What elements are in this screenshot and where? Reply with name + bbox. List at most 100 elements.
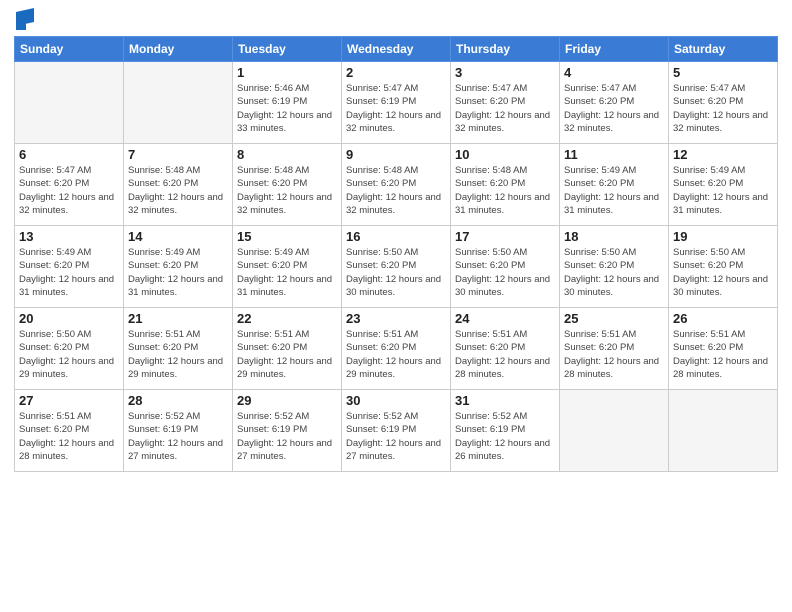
day-info: Sunrise: 5:46 AMSunset: 6:19 PMDaylight:… bbox=[237, 82, 337, 135]
calendar-week-row: 27 Sunrise: 5:51 AMSunset: 6:20 PMDayligh… bbox=[15, 390, 778, 472]
day-info: Sunrise: 5:49 AMSunset: 6:20 PMDaylight:… bbox=[237, 246, 337, 299]
day-info: Sunrise: 5:48 AMSunset: 6:20 PMDaylight:… bbox=[346, 164, 446, 217]
day-number: 9 bbox=[346, 147, 446, 162]
day-number: 6 bbox=[19, 147, 119, 162]
calendar-day-cell: 4 Sunrise: 5:47 AMSunset: 6:20 PMDaylight… bbox=[560, 62, 669, 144]
calendar-day-cell: 2 Sunrise: 5:47 AMSunset: 6:19 PMDaylight… bbox=[342, 62, 451, 144]
calendar-day-cell: 16 Sunrise: 5:50 AMSunset: 6:20 PMDayligh… bbox=[342, 226, 451, 308]
day-info: Sunrise: 5:52 AMSunset: 6:19 PMDaylight:… bbox=[346, 410, 446, 463]
day-number: 7 bbox=[128, 147, 228, 162]
calendar-day-cell: 15 Sunrise: 5:49 AMSunset: 6:20 PMDayligh… bbox=[233, 226, 342, 308]
calendar-day-cell: 31 Sunrise: 5:52 AMSunset: 6:19 PMDayligh… bbox=[451, 390, 560, 472]
day-number: 16 bbox=[346, 229, 446, 244]
calendar-day-cell: 25 Sunrise: 5:51 AMSunset: 6:20 PMDayligh… bbox=[560, 308, 669, 390]
header bbox=[14, 10, 778, 30]
calendar-day-cell: 21 Sunrise: 5:51 AMSunset: 6:20 PMDayligh… bbox=[124, 308, 233, 390]
day-number: 24 bbox=[455, 311, 555, 326]
calendar-day-cell: 7 Sunrise: 5:48 AMSunset: 6:20 PMDaylight… bbox=[124, 144, 233, 226]
day-number: 12 bbox=[673, 147, 773, 162]
logo bbox=[14, 10, 34, 30]
day-info: Sunrise: 5:49 AMSunset: 6:20 PMDaylight:… bbox=[128, 246, 228, 299]
logo-icon bbox=[16, 8, 34, 30]
day-info: Sunrise: 5:50 AMSunset: 6:20 PMDaylight:… bbox=[19, 328, 119, 381]
day-number: 3 bbox=[455, 65, 555, 80]
calendar-day-cell bbox=[15, 62, 124, 144]
calendar-day-cell: 28Sunrise: 5:52 AMSunset: 6:19 PMDayligh… bbox=[124, 390, 233, 472]
day-info: Sunrise: 5:48 AMSunset: 6:20 PMDaylight:… bbox=[455, 164, 555, 217]
day-number: 23 bbox=[346, 311, 446, 326]
day-number: 27 bbox=[19, 393, 119, 408]
calendar-day-cell: 9 Sunrise: 5:48 AMSunset: 6:20 PMDaylight… bbox=[342, 144, 451, 226]
calendar-day-header: Friday bbox=[560, 37, 669, 62]
day-info: Sunrise: 5:49 AMSunset: 6:20 PMDaylight:… bbox=[564, 164, 664, 217]
day-info: Sunrise: 5:49 AMSunset: 6:20 PMDaylight:… bbox=[673, 164, 773, 217]
day-info: Sunrise: 5:52 AMSunset: 6:19 PMDaylight:… bbox=[237, 410, 337, 463]
day-number: 29 bbox=[237, 393, 337, 408]
day-number: 26 bbox=[673, 311, 773, 326]
day-number: 28 bbox=[128, 393, 228, 408]
calendar-day-cell: 10Sunrise: 5:48 AMSunset: 6:20 PMDayligh… bbox=[451, 144, 560, 226]
calendar-day-header: Monday bbox=[124, 37, 233, 62]
day-number: 14 bbox=[128, 229, 228, 244]
day-info: Sunrise: 5:51 AMSunset: 6:20 PMDaylight:… bbox=[455, 328, 555, 381]
calendar-day-cell: 11 Sunrise: 5:49 AMSunset: 6:20 PMDayligh… bbox=[560, 144, 669, 226]
day-number: 5 bbox=[673, 65, 773, 80]
day-info: Sunrise: 5:47 AMSunset: 6:19 PMDaylight:… bbox=[346, 82, 446, 135]
day-number: 15 bbox=[237, 229, 337, 244]
calendar-table: SundayMondayTuesdayWednesdayThursdayFrid… bbox=[14, 36, 778, 472]
day-info: Sunrise: 5:47 AMSunset: 6:20 PMDaylight:… bbox=[564, 82, 664, 135]
calendar-day-cell bbox=[560, 390, 669, 472]
day-number: 25 bbox=[564, 311, 664, 326]
day-info: Sunrise: 5:50 AMSunset: 6:20 PMDaylight:… bbox=[346, 246, 446, 299]
calendar-day-cell: 14 Sunrise: 5:49 AMSunset: 6:20 PMDayligh… bbox=[124, 226, 233, 308]
day-info: Sunrise: 5:51 AMSunset: 6:20 PMDaylight:… bbox=[19, 410, 119, 463]
day-info: Sunrise: 5:47 AMSunset: 6:20 PMDaylight:… bbox=[19, 164, 119, 217]
day-number: 22 bbox=[237, 311, 337, 326]
day-number: 17 bbox=[455, 229, 555, 244]
calendar-day-cell: 8 Sunrise: 5:48 AMSunset: 6:20 PMDaylight… bbox=[233, 144, 342, 226]
day-info: Sunrise: 5:51 AMSunset: 6:20 PMDaylight:… bbox=[237, 328, 337, 381]
calendar-day-cell: 20 Sunrise: 5:50 AMSunset: 6:20 PMDayligh… bbox=[15, 308, 124, 390]
calendar-day-cell bbox=[124, 62, 233, 144]
day-number: 18 bbox=[564, 229, 664, 244]
day-info: Sunrise: 5:52 AMSunset: 6:19 PMDaylight:… bbox=[455, 410, 555, 463]
day-info: Sunrise: 5:51 AMSunset: 6:20 PMDaylight:… bbox=[564, 328, 664, 381]
calendar-day-cell: 6 Sunrise: 5:47 AMSunset: 6:20 PMDaylight… bbox=[15, 144, 124, 226]
day-info: Sunrise: 5:49 AMSunset: 6:20 PMDaylight:… bbox=[19, 246, 119, 299]
day-info: Sunrise: 5:50 AMSunset: 6:20 PMDaylight:… bbox=[673, 246, 773, 299]
calendar-week-row: 1Sunrise: 5:46 AMSunset: 6:19 PMDaylight… bbox=[15, 62, 778, 144]
calendar-day-header: Tuesday bbox=[233, 37, 342, 62]
calendar-day-header: Thursday bbox=[451, 37, 560, 62]
day-number: 4 bbox=[564, 65, 664, 80]
day-info: Sunrise: 5:51 AMSunset: 6:20 PMDaylight:… bbox=[128, 328, 228, 381]
day-info: Sunrise: 5:51 AMSunset: 6:20 PMDaylight:… bbox=[673, 328, 773, 381]
calendar-day-header: Saturday bbox=[669, 37, 778, 62]
day-number: 8 bbox=[237, 147, 337, 162]
day-number: 2 bbox=[346, 65, 446, 80]
calendar-day-header: Wednesday bbox=[342, 37, 451, 62]
calendar-day-cell: 3 Sunrise: 5:47 AMSunset: 6:20 PMDaylight… bbox=[451, 62, 560, 144]
day-info: Sunrise: 5:48 AMSunset: 6:20 PMDaylight:… bbox=[128, 164, 228, 217]
day-number: 11 bbox=[564, 147, 664, 162]
calendar-day-cell: 18 Sunrise: 5:50 AMSunset: 6:20 PMDayligh… bbox=[560, 226, 669, 308]
day-number: 13 bbox=[19, 229, 119, 244]
day-number: 31 bbox=[455, 393, 555, 408]
calendar-day-cell: 5Sunrise: 5:47 AMSunset: 6:20 PMDaylight… bbox=[669, 62, 778, 144]
calendar-day-header: Sunday bbox=[15, 37, 124, 62]
day-number: 21 bbox=[128, 311, 228, 326]
calendar-day-cell: 12 Sunrise: 5:49 AMSunset: 6:20 PMDayligh… bbox=[669, 144, 778, 226]
calendar-day-cell: 17Sunrise: 5:50 AMSunset: 6:20 PMDayligh… bbox=[451, 226, 560, 308]
day-number: 19 bbox=[673, 229, 773, 244]
day-info: Sunrise: 5:48 AMSunset: 6:20 PMDaylight:… bbox=[237, 164, 337, 217]
calendar-header-row: SundayMondayTuesdayWednesdayThursdayFrid… bbox=[15, 37, 778, 62]
calendar-day-cell bbox=[669, 390, 778, 472]
calendar-day-cell: 1Sunrise: 5:46 AMSunset: 6:19 PMDaylight… bbox=[233, 62, 342, 144]
day-number: 30 bbox=[346, 393, 446, 408]
calendar-week-row: 20 Sunrise: 5:50 AMSunset: 6:20 PMDayligh… bbox=[15, 308, 778, 390]
calendar-day-cell: 19 Sunrise: 5:50 AMSunset: 6:20 PMDayligh… bbox=[669, 226, 778, 308]
day-info: Sunrise: 5:47 AMSunset: 6:20 PMDaylight:… bbox=[455, 82, 555, 135]
calendar-week-row: 6 Sunrise: 5:47 AMSunset: 6:20 PMDaylight… bbox=[15, 144, 778, 226]
calendar-day-cell: 22 Sunrise: 5:51 AMSunset: 6:20 PMDayligh… bbox=[233, 308, 342, 390]
day-number: 20 bbox=[19, 311, 119, 326]
day-info: Sunrise: 5:50 AMSunset: 6:20 PMDaylight:… bbox=[564, 246, 664, 299]
